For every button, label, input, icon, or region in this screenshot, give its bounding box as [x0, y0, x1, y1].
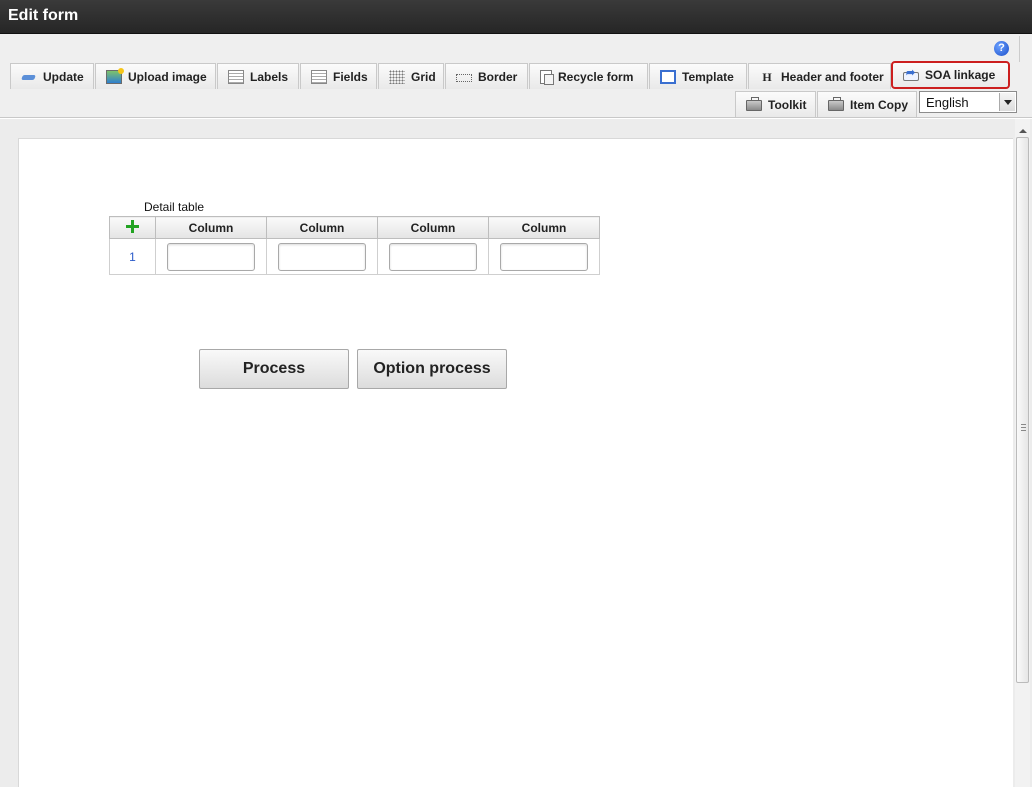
column-header: Column — [155, 216, 267, 239]
column-input[interactable] — [389, 242, 477, 271]
grid-button[interactable]: Grid — [378, 63, 444, 89]
detail-table-label: Detail table — [144, 200, 205, 214]
update-button[interactable]: Update — [10, 63, 94, 89]
grid-icon — [389, 69, 405, 84]
fields-button[interactable]: Fields — [300, 63, 377, 89]
vertical-scrollbar[interactable] — [1015, 119, 1030, 787]
toolkit-icon — [746, 97, 762, 111]
template-label: Template — [682, 69, 734, 84]
item-copy-icon — [828, 97, 844, 111]
table-cell — [266, 238, 378, 275]
column-header: Column — [266, 216, 378, 239]
column-input[interactable] — [167, 242, 255, 271]
upload-image-button[interactable]: Upload image — [95, 63, 216, 89]
fields-label: Fields — [333, 69, 368, 84]
update-icon — [21, 70, 37, 84]
toolbar-divider — [1019, 36, 1020, 62]
header-footer-label: Header and footer — [781, 69, 884, 84]
add-row-icon[interactable] — [126, 219, 139, 233]
item-copy-label: Item Copy — [850, 97, 909, 112]
column-input[interactable] — [500, 242, 588, 271]
detail-table: Column Column Column Column 1 — [109, 216, 600, 275]
labels-button[interactable]: Labels — [217, 63, 299, 89]
row-number: 1 — [109, 238, 156, 275]
border-button[interactable]: Border — [445, 63, 528, 89]
toolbar: ? Update Upload image Labels Fields Grid… — [0, 34, 1032, 118]
recycle-form-icon — [540, 69, 554, 85]
table-row: 1 — [109, 238, 600, 275]
window-title: Edit form — [0, 0, 1032, 34]
language-select[interactable]: English — [919, 91, 1017, 113]
border-icon — [456, 74, 472, 82]
scroll-up-icon[interactable] — [1015, 121, 1030, 135]
chevron-down-icon[interactable] — [999, 93, 1015, 111]
border-label: Border — [478, 69, 518, 84]
table-cell — [155, 238, 267, 275]
add-row-cell[interactable] — [109, 216, 156, 239]
item-copy-button[interactable]: Item Copy — [817, 91, 917, 117]
scrollbar-thumb[interactable] — [1016, 137, 1029, 683]
labels-icon — [228, 69, 244, 84]
table-header-row: Column Column Column Column — [109, 216, 600, 239]
fields-icon — [311, 69, 327, 84]
column-header: Column — [488, 216, 600, 239]
option-process-button[interactable]: Option process — [357, 349, 507, 389]
template-icon — [660, 69, 676, 84]
table-cell — [488, 238, 600, 275]
template-button[interactable]: Template — [649, 63, 747, 89]
header-footer-icon: H — [762, 69, 772, 84]
language-value: English — [926, 95, 969, 110]
column-input[interactable] — [278, 242, 366, 271]
soa-linkage-icon — [903, 66, 919, 81]
scroll-grip-icon — [1021, 424, 1026, 431]
column-header: Column — [377, 216, 489, 239]
labels-label: Labels — [250, 69, 289, 84]
grid-label: Grid — [411, 69, 436, 84]
upload-image-icon — [106, 67, 124, 84]
toolkit-label: Toolkit — [768, 97, 807, 112]
scroll-down-icon[interactable] — [1015, 771, 1030, 785]
recycle-form-button[interactable]: Recycle form — [529, 63, 648, 89]
help-icon[interactable]: ? — [994, 41, 1009, 56]
recycle-form-label: Recycle form — [558, 69, 634, 84]
upload-image-label: Upload image — [128, 69, 207, 84]
soa-linkage-button[interactable]: SOA linkage — [891, 61, 1010, 89]
soa-linkage-label: SOA linkage — [925, 68, 996, 82]
process-button[interactable]: Process — [199, 349, 349, 389]
toolkit-button[interactable]: Toolkit — [735, 91, 816, 117]
header-footer-button[interactable]: H Header and footer — [748, 63, 891, 89]
update-label: Update — [43, 69, 84, 84]
table-cell — [377, 238, 489, 275]
